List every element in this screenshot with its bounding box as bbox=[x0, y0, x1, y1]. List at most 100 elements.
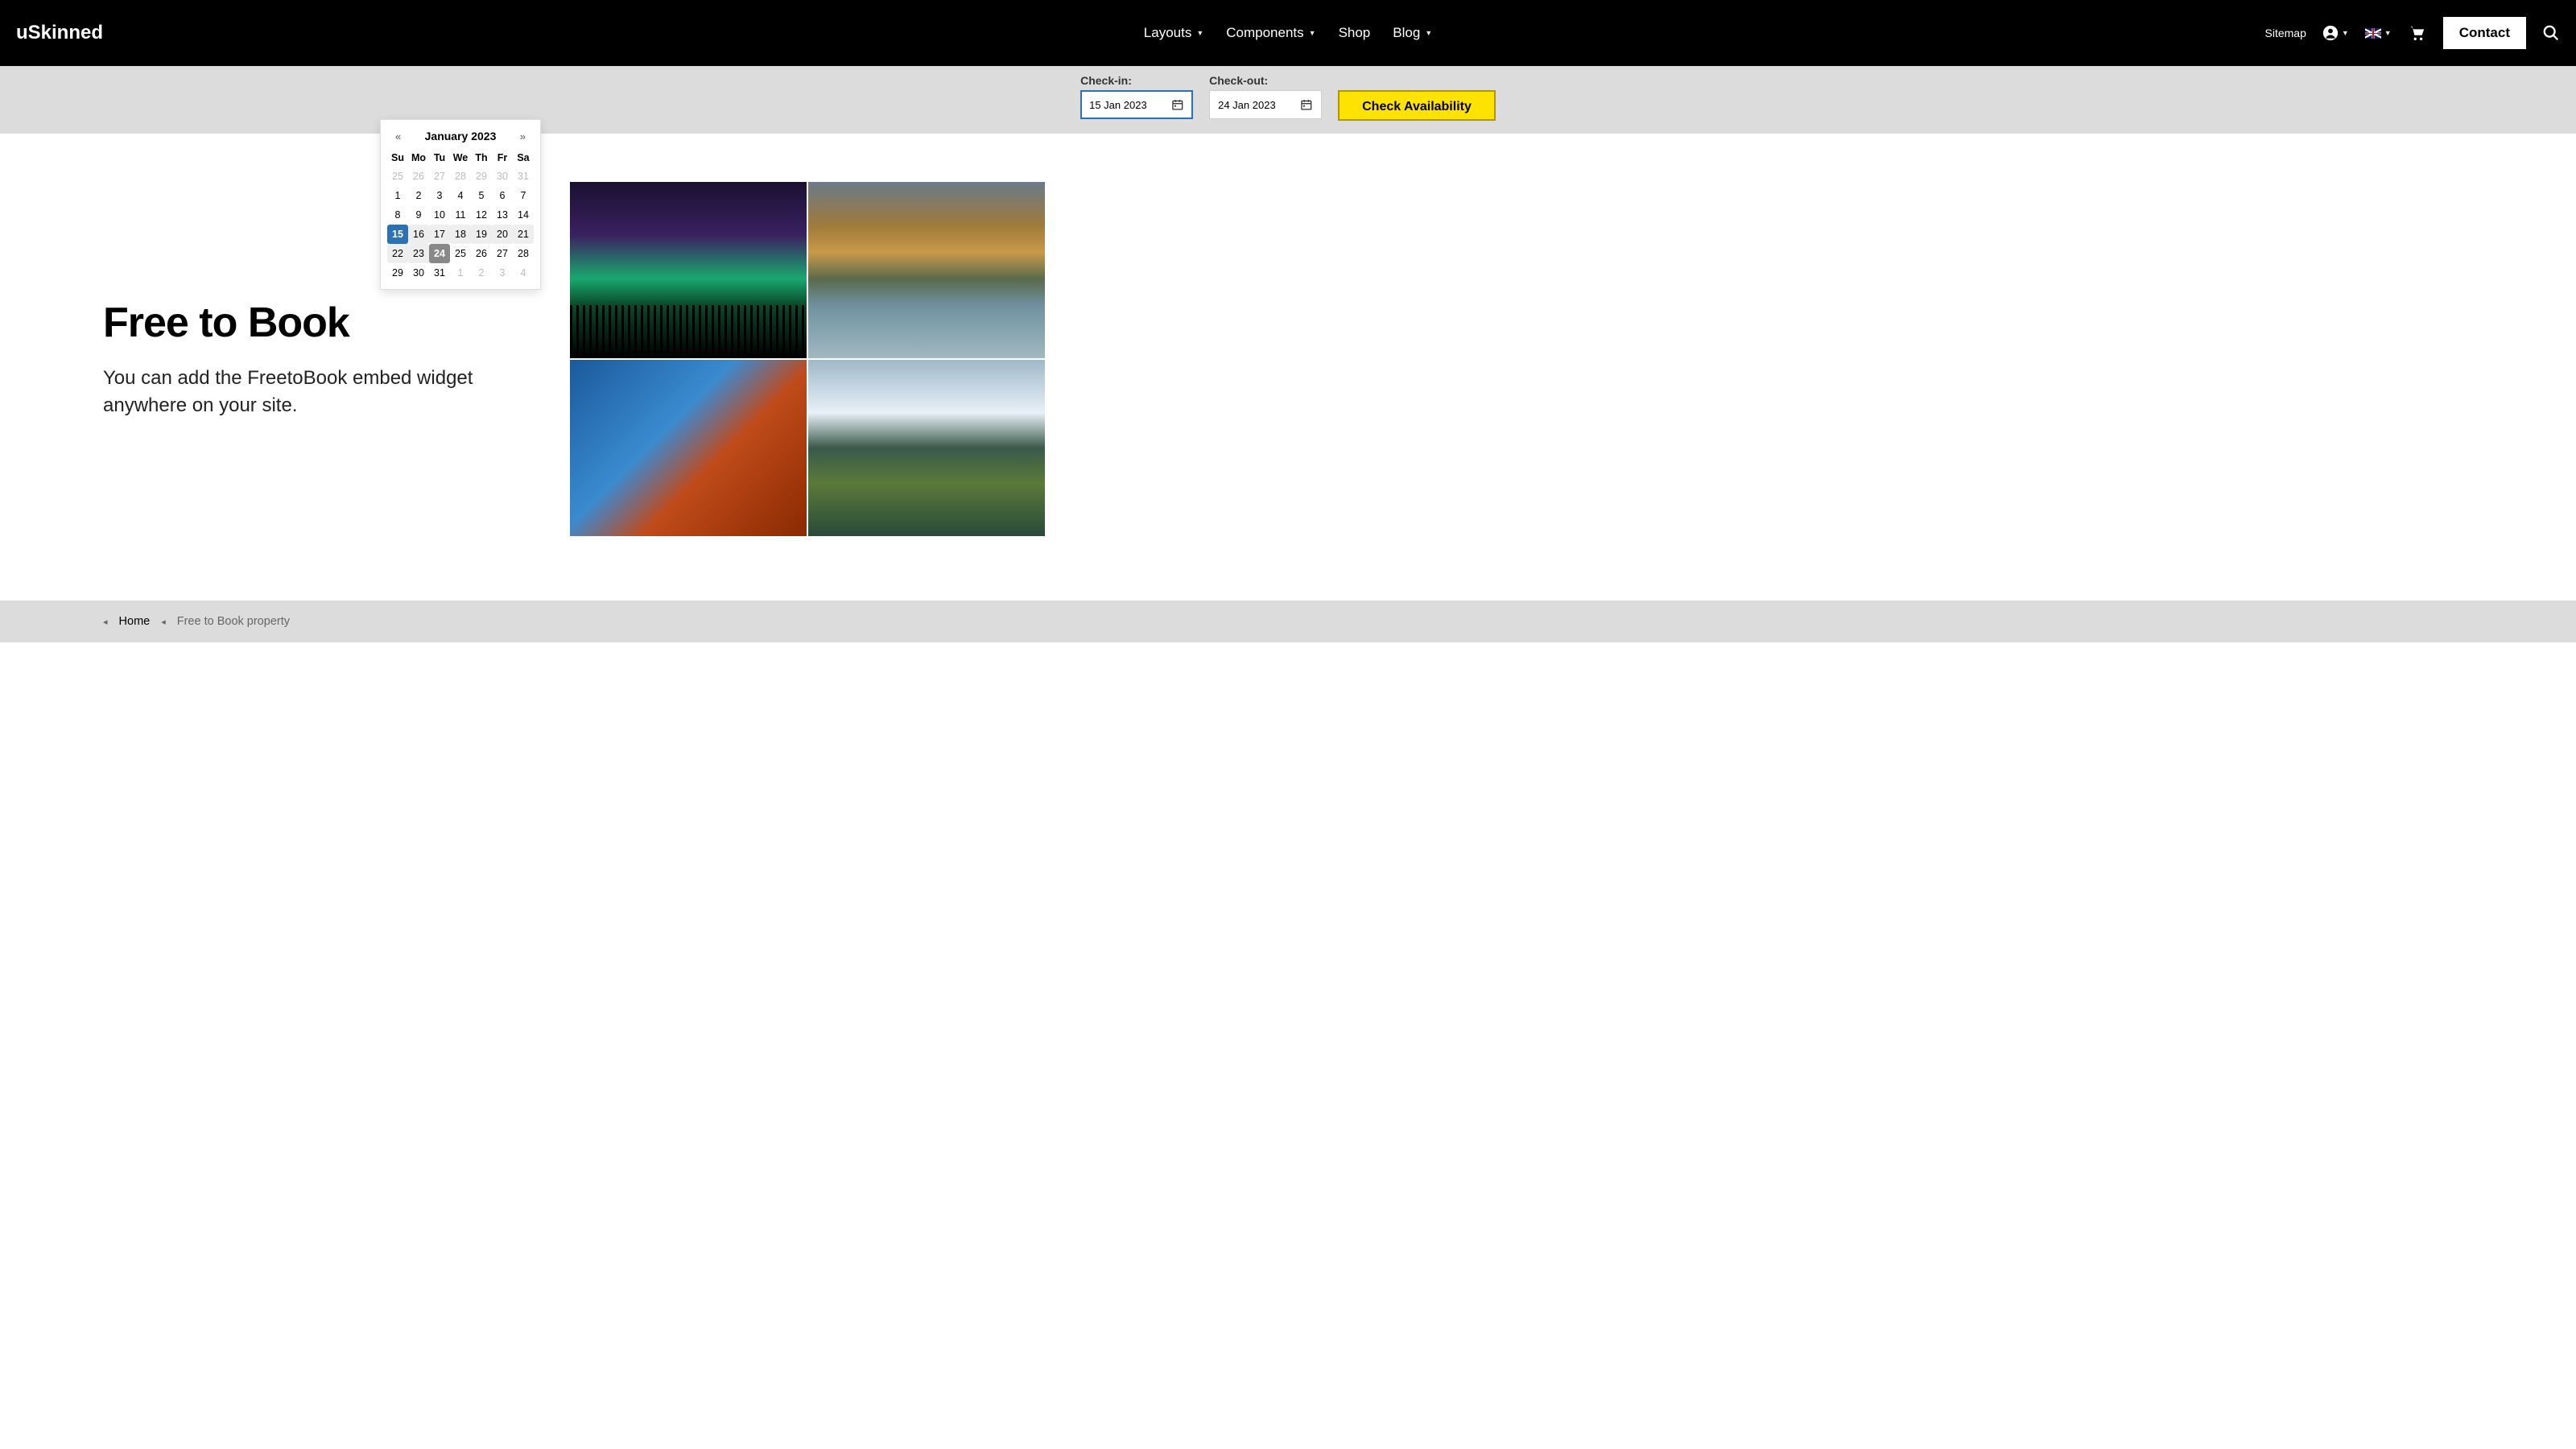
user-icon bbox=[2322, 25, 2339, 41]
checkout-input[interactable] bbox=[1218, 99, 1300, 111]
datepicker-day[interactable]: 9 bbox=[408, 205, 429, 225]
check-availability-button[interactable]: Check Availability bbox=[1338, 90, 1496, 121]
page-title: Free to Book bbox=[103, 299, 506, 347]
gallery-image-mountain bbox=[808, 360, 1045, 536]
datepicker: « January 2023 » SuMoTuWeThFrSa252627282… bbox=[380, 119, 541, 290]
datepicker-dow: Sa bbox=[513, 149, 534, 167]
calendar-icon bbox=[1171, 97, 1184, 112]
logo[interactable]: uSkinned bbox=[16, 22, 103, 44]
datepicker-day[interactable]: 22 bbox=[387, 244, 408, 263]
datepicker-next[interactable]: » bbox=[517, 130, 529, 142]
datepicker-day[interactable]: 23 bbox=[408, 244, 429, 263]
header: uSkinned Layouts ▼ Components ▼ Shop Blo… bbox=[0, 0, 2576, 66]
checkout-label: Check-out: bbox=[1209, 74, 1322, 87]
datepicker-day[interactable]: 6 bbox=[492, 186, 513, 205]
datepicker-day[interactable]: 31 bbox=[429, 263, 450, 283]
datepicker-day[interactable]: 17 bbox=[429, 225, 450, 244]
datepicker-day[interactable]: 27 bbox=[492, 244, 513, 263]
datepicker-day[interactable]: 4 bbox=[450, 186, 471, 205]
datepicker-day[interactable]: 2 bbox=[408, 186, 429, 205]
breadcrumb: ◂ Home ◂ Free to Book property bbox=[0, 601, 2576, 642]
cart-icon bbox=[2408, 24, 2427, 42]
datepicker-day[interactable]: 24 bbox=[429, 244, 450, 263]
datepicker-day[interactable]: 26 bbox=[471, 244, 492, 263]
search-icon bbox=[2542, 24, 2560, 42]
chevron-down-icon: ▼ bbox=[1196, 29, 1203, 37]
datepicker-day[interactable]: 12 bbox=[471, 205, 492, 225]
datepicker-day[interactable]: 7 bbox=[513, 186, 534, 205]
cart-button[interactable] bbox=[2408, 24, 2427, 42]
page-subtitle: You can add the FreetoBook embed widget … bbox=[103, 365, 506, 419]
datepicker-day[interactable]: 25 bbox=[450, 244, 471, 263]
main-nav: Layouts ▼ Components ▼ Shop Blog ▼ bbox=[1144, 25, 1432, 41]
datepicker-day[interactable]: 11 bbox=[450, 205, 471, 225]
datepicker-month[interactable]: January 2023 bbox=[425, 130, 497, 142]
chevron-down-icon: ▼ bbox=[1425, 29, 1432, 37]
gallery-image-bridge bbox=[570, 360, 807, 536]
datepicker-dow: Th bbox=[471, 149, 492, 167]
datepicker-day[interactable]: 21 bbox=[513, 225, 534, 244]
main-text: Free to Book You can add the FreetoBook … bbox=[103, 299, 506, 419]
datepicker-dow: Fr bbox=[492, 149, 513, 167]
datepicker-day[interactable]: 8 bbox=[387, 205, 408, 225]
datepicker-dow: Tu bbox=[429, 149, 450, 167]
search-button[interactable] bbox=[2542, 24, 2560, 42]
datepicker-day[interactable]: 14 bbox=[513, 205, 534, 225]
checkout-input-wrap[interactable] bbox=[1209, 90, 1322, 119]
header-actions: Sitemap ▼ ▼ Contact bbox=[2265, 17, 2560, 49]
contact-button[interactable]: Contact bbox=[2443, 17, 2526, 49]
datepicker-prev[interactable]: « bbox=[392, 130, 404, 142]
checkin-label: Check-in: bbox=[1080, 74, 1193, 87]
datepicker-day[interactable]: 20 bbox=[492, 225, 513, 244]
calendar-icon bbox=[1300, 97, 1313, 112]
datepicker-day[interactable]: 30 bbox=[408, 263, 429, 283]
breadcrumb-home[interactable]: Home bbox=[119, 615, 151, 628]
datepicker-day[interactable]: 10 bbox=[429, 205, 450, 225]
checkin-input[interactable] bbox=[1089, 99, 1171, 111]
datepicker-day[interactable]: 1 bbox=[387, 186, 408, 205]
nav-blog[interactable]: Blog ▼ bbox=[1393, 25, 1432, 41]
datepicker-day[interactable]: 29 bbox=[387, 263, 408, 283]
datepicker-day[interactable]: 25 bbox=[387, 167, 408, 186]
nav-layouts[interactable]: Layouts ▼ bbox=[1144, 25, 1203, 41]
breadcrumb-current: Free to Book property bbox=[177, 615, 290, 628]
datepicker-dow: Su bbox=[387, 149, 408, 167]
datepicker-day[interactable]: 26 bbox=[408, 167, 429, 186]
datepicker-day[interactable]: 29 bbox=[471, 167, 492, 186]
datepicker-day[interactable]: 28 bbox=[450, 167, 471, 186]
sitemap-link[interactable]: Sitemap bbox=[2265, 27, 2306, 39]
gallery-image-aurora bbox=[570, 182, 807, 358]
datepicker-day[interactable]: 5 bbox=[471, 186, 492, 205]
datepicker-grid: SuMoTuWeThFrSa25262728293031123456789101… bbox=[387, 149, 534, 283]
datepicker-day[interactable]: 30 bbox=[492, 167, 513, 186]
datepicker-dow: Mo bbox=[408, 149, 429, 167]
datepicker-header: « January 2023 » bbox=[387, 126, 534, 149]
datepicker-day[interactable]: 19 bbox=[471, 225, 492, 244]
user-menu[interactable]: ▼ bbox=[2322, 25, 2349, 41]
datepicker-day[interactable]: 1 bbox=[450, 263, 471, 283]
language-menu[interactable]: ▼ bbox=[2365, 28, 2392, 39]
datepicker-day[interactable]: 16 bbox=[408, 225, 429, 244]
datepicker-day[interactable]: 3 bbox=[492, 263, 513, 283]
chevron-left-icon: ◂ bbox=[161, 617, 166, 627]
datepicker-day[interactable]: 27 bbox=[429, 167, 450, 186]
datepicker-day[interactable]: 28 bbox=[513, 244, 534, 263]
datepicker-day[interactable]: 3 bbox=[429, 186, 450, 205]
nav-components[interactable]: Components ▼ bbox=[1226, 25, 1315, 41]
chevron-left-icon: ◂ bbox=[103, 617, 108, 627]
datepicker-day[interactable]: 31 bbox=[513, 167, 534, 186]
nav-shop-label: Shop bbox=[1339, 25, 1371, 41]
datepicker-day[interactable]: 15 bbox=[387, 225, 408, 244]
checkout-field: Check-out: bbox=[1209, 74, 1322, 121]
nav-layouts-label: Layouts bbox=[1144, 25, 1192, 41]
nav-shop[interactable]: Shop bbox=[1339, 25, 1371, 41]
checkin-field: Check-in: bbox=[1080, 74, 1193, 121]
chevron-down-icon: ▼ bbox=[1309, 29, 1316, 37]
checkin-input-wrap[interactable] bbox=[1080, 90, 1193, 119]
datepicker-day[interactable]: 13 bbox=[492, 205, 513, 225]
datepicker-day[interactable]: 4 bbox=[513, 263, 534, 283]
nav-components-label: Components bbox=[1226, 25, 1303, 41]
datepicker-day[interactable]: 2 bbox=[471, 263, 492, 283]
datepicker-day[interactable]: 18 bbox=[450, 225, 471, 244]
uk-flag-icon bbox=[2365, 28, 2381, 39]
